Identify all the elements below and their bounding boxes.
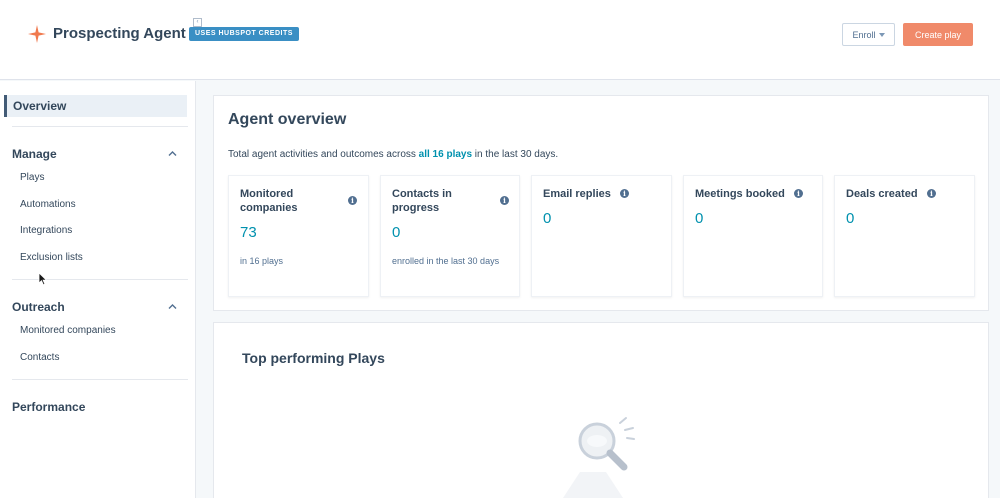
info-icon[interactable]: i	[794, 189, 803, 198]
metric-note: enrolled in the last 30 days	[392, 256, 500, 266]
section-manage[interactable]: Manage	[12, 147, 57, 161]
info-icon[interactable]: i	[927, 189, 936, 198]
chevron-up-icon[interactable]	[168, 149, 177, 158]
page-title: Agent overview	[228, 111, 347, 128]
subtitle-text: in the last 30 days.	[472, 149, 559, 160]
credits-badge: USES HUBSPOT CREDITS	[189, 27, 299, 41]
metric-card-contacts-in-progress: Contacts in progress i 0 enrolled in the…	[380, 175, 520, 297]
sidebar-item-automations[interactable]: Automations	[20, 199, 76, 210]
metric-label: Deals created	[846, 188, 918, 200]
sidebar-item-integrations[interactable]: Integrations	[20, 225, 72, 236]
sidebar-item-overview[interactable]: Overview	[4, 95, 187, 117]
metric-label: Contacts in progress	[392, 188, 452, 214]
info-icon[interactable]: i	[500, 196, 509, 205]
sidebar-item-monitored-companies[interactable]: Monitored companies	[20, 325, 116, 336]
metric-value: 0	[543, 210, 552, 227]
enroll-button-label: Enroll	[852, 29, 876, 40]
chevron-up-icon[interactable]	[168, 302, 177, 311]
all-plays-link[interactable]: all 16 plays	[419, 149, 472, 160]
metric-label: Email replies	[543, 188, 611, 200]
collapse-sidebar-icon[interactable]: ‹	[193, 18, 202, 27]
metric-label: Monitored companies	[240, 188, 298, 214]
sidebar-divider	[12, 379, 188, 380]
sidebar-item-exclusion-lists[interactable]: Exclusion lists	[20, 252, 83, 263]
sparkle-icon	[28, 25, 46, 43]
section-performance[interactable]: Performance	[12, 400, 85, 414]
sidebar: Overview Manage Plays Automations Integr…	[0, 81, 196, 498]
metric-value: 73	[240, 224, 257, 241]
metric-card-meetings-booked: Meetings booked i 0	[683, 175, 823, 297]
metric-card-deals-created: Deals created i 0	[834, 175, 975, 297]
create-play-button[interactable]: Create play	[903, 23, 973, 46]
magnifier-empty-state-icon	[563, 417, 635, 498]
overview-subtitle: Total agent activities and outcomes acro…	[228, 149, 558, 160]
mouse-cursor-icon	[38, 272, 48, 286]
metric-value: 0	[392, 224, 401, 241]
subtitle-text: Total agent activities and outcomes acro…	[228, 149, 419, 160]
metric-value: 0	[695, 210, 704, 227]
info-icon[interactable]: i	[620, 189, 629, 198]
app-title: Prospecting Agent	[53, 25, 186, 42]
enroll-button[interactable]: Enroll	[842, 23, 895, 46]
sidebar-divider	[12, 126, 188, 127]
sidebar-item-plays[interactable]: Plays	[20, 172, 44, 183]
section-outreach[interactable]: Outreach	[12, 300, 65, 314]
metric-value: 0	[846, 210, 855, 227]
info-icon[interactable]: i	[348, 196, 357, 205]
metric-label: Meetings booked	[695, 188, 785, 200]
metric-card-monitored-companies: Monitored companies i 73 in 16 plays	[228, 175, 369, 297]
chevron-down-icon	[878, 32, 885, 37]
section-title-top-plays: Top performing Plays	[242, 350, 385, 366]
sidebar-item-contacts[interactable]: Contacts	[20, 352, 59, 363]
metric-note: in 16 plays	[240, 256, 284, 266]
app-header: Prospecting Agent USES HUBSPOT CREDITS E…	[0, 0, 1000, 80]
metric-card-email-replies: Email replies i 0	[531, 175, 672, 297]
